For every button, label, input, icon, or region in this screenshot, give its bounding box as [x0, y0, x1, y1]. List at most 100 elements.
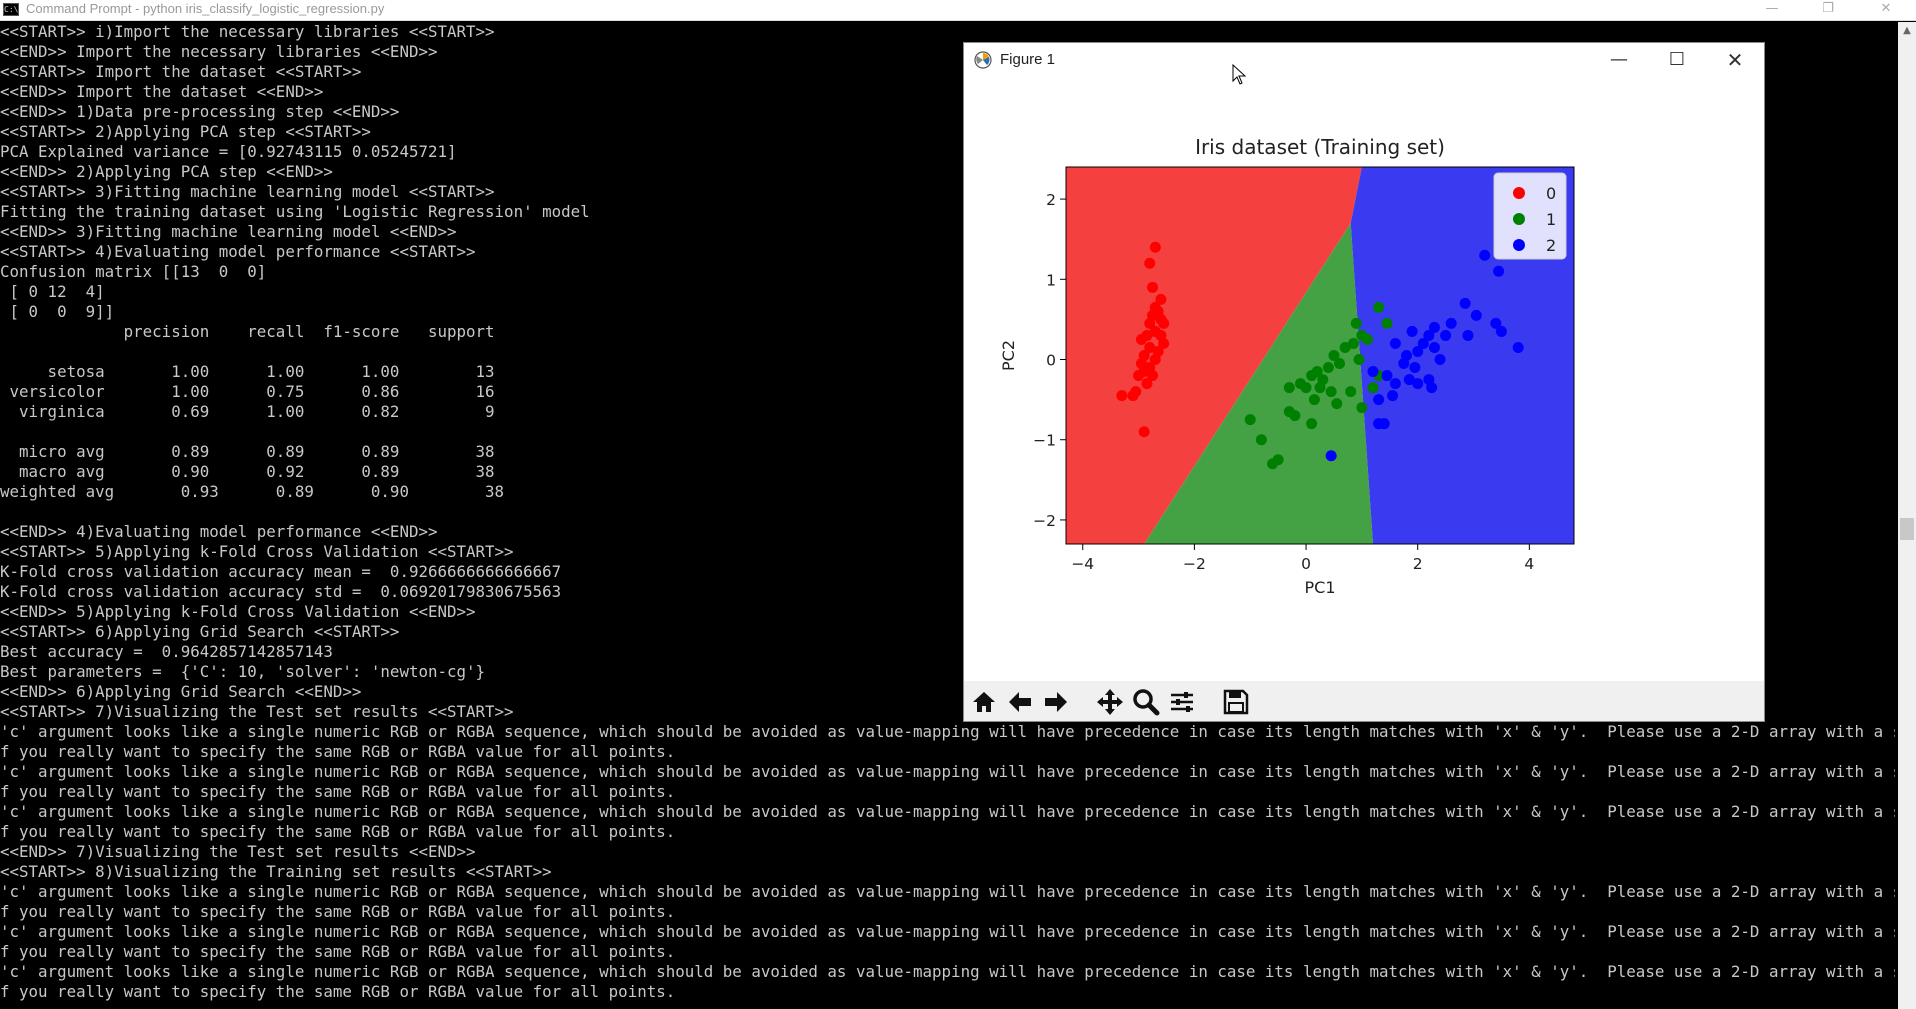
- data-point-class-2: [1389, 378, 1401, 390]
- figure-window-title: Figure 1: [1000, 51, 1056, 68]
- data-point-class-1: [1272, 454, 1284, 466]
- data-point-class-1: [1339, 341, 1351, 353]
- chart-title: Iris dataset (Training set): [1195, 135, 1445, 159]
- figure-titlebar[interactable]: Figure 1 — ☐ ✕: [964, 43, 1764, 77]
- data-point-class-1: [1283, 382, 1295, 394]
- y-tick-label: 2: [1046, 191, 1056, 209]
- data-point-class-1: [1350, 317, 1362, 329]
- console-line: f you really want to specify the same RG…: [0, 822, 676, 841]
- data-point-class-2: [1412, 345, 1424, 357]
- console-titlebar: C:\ Command Prompt - python iris_classif…: [0, 0, 1916, 21]
- data-point-class-0: [1135, 333, 1147, 345]
- data-point-class-2: [1406, 325, 1418, 337]
- data-point-class-2: [1445, 317, 1457, 329]
- console-line: <<START>> i)Import the necessary librari…: [0, 22, 495, 41]
- data-point-class-2: [1387, 390, 1399, 402]
- data-point-class-2: [1412, 378, 1424, 390]
- data-point-class-0: [1158, 337, 1170, 349]
- console-line: f you really want to specify the same RG…: [0, 942, 676, 961]
- data-point-class-0: [1158, 317, 1170, 329]
- data-point-class-2: [1409, 362, 1421, 374]
- data-point-class-2: [1398, 358, 1410, 370]
- data-point-class-0: [1138, 426, 1150, 438]
- console-line: 'c' argument looks like a single numeric…: [0, 962, 1895, 981]
- legend-label: 0: [1546, 184, 1556, 203]
- x-axis-label: PC1: [1305, 578, 1336, 597]
- x-tick-label: −4: [1071, 555, 1094, 573]
- data-point-class-2: [1440, 329, 1452, 341]
- figure-window[interactable]: Figure 1 — ☐ ✕ −4 −2 0 2 4 −2 −1 0 1 2 Iris datase…: [963, 42, 1765, 722]
- data-point-class-2: [1470, 309, 1482, 321]
- data-point-class-2: [1325, 450, 1337, 462]
- console-line: f you really want to specify the same RG…: [0, 742, 676, 761]
- data-point-class-2: [1459, 297, 1471, 309]
- zoom-icon[interactable]: [1130, 686, 1162, 718]
- scrollbar-thumb[interactable]: [1900, 518, 1914, 540]
- save-icon[interactable]: [1220, 686, 1252, 718]
- data-point-class-2: [1462, 329, 1474, 341]
- legend-label: 1: [1546, 210, 1556, 229]
- x-tick-label: 2: [1413, 555, 1423, 573]
- home-icon[interactable]: [968, 686, 1000, 718]
- data-point-class-2: [1493, 265, 1505, 277]
- data-point-class-0: [1133, 370, 1145, 382]
- scroll-up-arrow-icon[interactable]: ▲: [1898, 22, 1916, 40]
- data-point-class-1: [1353, 354, 1365, 366]
- data-point-class-0: [1144, 257, 1156, 269]
- data-point-class-2: [1495, 325, 1507, 337]
- console-maximize-button[interactable]: ❐: [1808, 0, 1848, 20]
- data-point-class-1: [1322, 362, 1334, 374]
- data-point-class-0: [1141, 378, 1153, 390]
- data-point-class-2: [1428, 341, 1440, 353]
- figure-maximize-button[interactable]: ☐: [1652, 45, 1702, 75]
- data-point-class-1: [1361, 333, 1373, 345]
- matplotlib-logo-icon: [974, 51, 992, 69]
- mouse-cursor-icon: [1232, 64, 1247, 85]
- data-point-class-2: [1367, 366, 1379, 378]
- legend-marker-2: [1513, 239, 1525, 251]
- pan-icon[interactable]: [1094, 686, 1126, 718]
- back-arrow-icon[interactable]: [1004, 686, 1036, 718]
- data-point-class-2: [1426, 382, 1438, 394]
- data-point-class-1: [1381, 317, 1393, 329]
- data-point-class-2: [1434, 354, 1446, 366]
- forward-arrow-icon[interactable]: [1040, 686, 1072, 718]
- y-tick-label: −1: [1033, 432, 1056, 450]
- legend-marker-0: [1513, 187, 1525, 199]
- legend-marker-1: [1513, 213, 1525, 225]
- figure-minimize-button[interactable]: —: [1594, 45, 1644, 75]
- data-point-class-2: [1479, 249, 1491, 261]
- figure-close-button[interactable]: ✕: [1710, 45, 1760, 75]
- data-point-class-1: [1244, 414, 1256, 426]
- data-point-class-1: [1367, 382, 1379, 394]
- console-line: 'c' argument looks like a single numeric…: [0, 722, 1895, 741]
- data-point-class-1: [1289, 410, 1301, 422]
- data-point-class-1: [1255, 434, 1267, 446]
- console-line: 'c' argument looks like a single numeric…: [0, 882, 1895, 901]
- configure-subplots-icon[interactable]: [1166, 686, 1198, 718]
- console-line: <<END>> 7)Visualizing the Test set resul…: [0, 842, 476, 861]
- data-point-class-1: [1334, 358, 1346, 370]
- console-line: 'c' argument looks like a single numeric…: [0, 762, 1895, 781]
- data-point-class-1: [1325, 386, 1337, 398]
- data-point-class-1: [1314, 382, 1326, 394]
- data-point-class-1: [1356, 402, 1368, 414]
- y-tick-label: 0: [1046, 352, 1056, 370]
- scatter-plot[interactable]: −4 −2 0 2 4 −2 −1 0 1 2 Iris dataset (Training set…: [964, 77, 1764, 681]
- console-minimize-button[interactable]: —: [1752, 0, 1792, 20]
- data-point-class-0: [1147, 281, 1159, 293]
- console-line: f you really want to specify the same RG…: [0, 902, 676, 921]
- data-point-class-2: [1373, 394, 1385, 406]
- data-point-class-0: [1127, 390, 1139, 402]
- figure-toolbar: [964, 681, 1764, 721]
- data-point-class-2: [1381, 370, 1393, 382]
- data-point-class-0: [1149, 241, 1161, 253]
- console-line: 'c' argument looks like a single numeric…: [0, 802, 1895, 821]
- console-window-title: Command Prompt - python iris_classify_lo…: [26, 1, 385, 16]
- console-line: <<START>> 8)Visualizing the Training set…: [0, 862, 552, 881]
- data-point-class-2: [1378, 418, 1390, 430]
- data-point-class-1: [1300, 382, 1312, 394]
- console-close-button[interactable]: ✕: [1866, 0, 1906, 20]
- command-prompt-icon: C:\: [3, 3, 19, 16]
- console-scrollbar[interactable]: ▲: [1898, 22, 1916, 1009]
